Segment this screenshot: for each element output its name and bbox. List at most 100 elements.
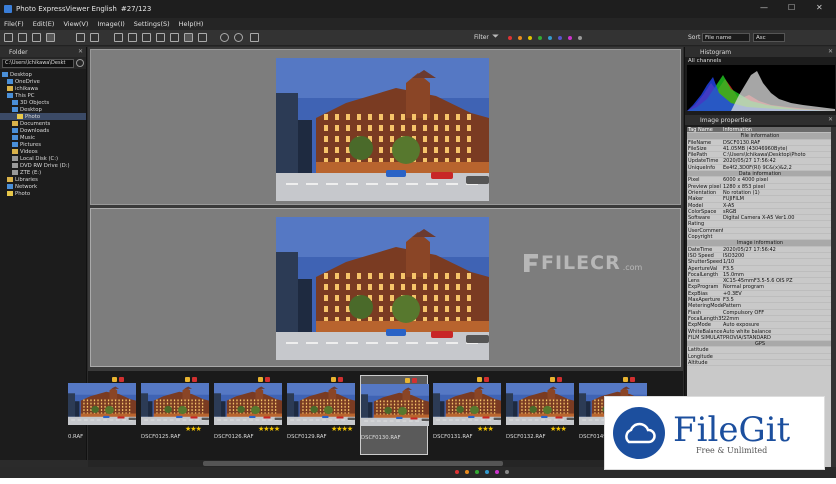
maximize-button[interactable]: ☐	[788, 3, 795, 12]
tree-item[interactable]: Network	[0, 183, 86, 190]
slideshow-icon[interactable]	[46, 33, 55, 42]
property-key: FilePath	[688, 152, 708, 158]
tree-item[interactable]: Local Disk (C:)	[0, 155, 86, 162]
histogram-channel[interactable]: All channels	[685, 57, 836, 65]
flag-icon	[484, 376, 489, 382]
filmstrip-thumbnail[interactable]: ★★★★ DSCF0129.RAF	[287, 375, 355, 455]
rating-stars	[361, 426, 427, 435]
preview-pane-bottom[interactable]	[90, 208, 681, 367]
explorer-icon[interactable]	[18, 33, 27, 42]
tree-item[interactable]: Downloads	[0, 127, 86, 134]
menu-help[interactable]: Help(H)	[179, 20, 204, 28]
color-filter-swatch[interactable]	[538, 36, 542, 40]
color-filter-swatch[interactable]	[508, 36, 512, 40]
filter-label: Filter	[474, 34, 489, 41]
filmstrip-thumbnail[interactable]: DSCF0130.RAF	[360, 375, 429, 455]
sort-asc-icon[interactable]	[76, 33, 85, 42]
tree-item[interactable]: ichikawa	[0, 85, 86, 92]
thumbnail-view-icon[interactable]	[128, 33, 137, 42]
tree-item[interactable]: Documents	[0, 120, 86, 127]
refresh-icon[interactable]	[76, 59, 84, 67]
color-filter-swatch[interactable]	[578, 36, 582, 40]
property-value	[723, 234, 833, 239]
preview-pane-top[interactable]	[90, 49, 681, 205]
tree-item[interactable]: Photo	[0, 190, 86, 197]
fullscreen-icon[interactable]	[198, 33, 207, 42]
thumbnail-badges	[506, 375, 574, 383]
filmstrip-thumbnail[interactable]: ★★★★ DSCF0126.RAF	[214, 375, 282, 455]
filmstrip-scroll-thumb[interactable]	[203, 461, 503, 466]
grid-view-icon[interactable]	[114, 33, 123, 42]
image-properties-header: Image properties ✕	[685, 115, 836, 125]
tree-item[interactable]: Videos	[0, 148, 86, 155]
color-filter-swatch[interactable]	[558, 36, 562, 40]
filmstrip-view-icon[interactable]	[156, 33, 165, 42]
menu-view[interactable]: View(V)	[63, 20, 88, 28]
menu-image[interactable]: Image(I)	[97, 20, 124, 28]
compare-view-icon[interactable]	[170, 33, 179, 42]
app-icon	[4, 5, 12, 13]
property-value: Auto exposure	[723, 322, 760, 328]
tree-item[interactable]: Pictures	[0, 141, 86, 148]
col-information: Information	[723, 127, 752, 133]
sort-field-select[interactable]: File name	[702, 33, 750, 42]
properties-scrollbar[interactable]	[831, 127, 836, 467]
thumbnail-filename: DSCF0130.RAF	[361, 435, 401, 441]
thumbnail-badges	[361, 376, 427, 384]
rotate-left-icon[interactable]	[220, 33, 229, 42]
property-value: 1/10	[723, 259, 735, 265]
tree-item[interactable]: This PC	[0, 92, 86, 99]
settings-grid-icon[interactable]	[250, 33, 259, 42]
tree-item-label: Music	[20, 134, 36, 141]
sort-order-select[interactable]: Asc	[753, 33, 785, 42]
menu-file[interactable]: File(F)	[4, 20, 24, 28]
rotate-right-icon[interactable]	[234, 33, 243, 42]
folder-icon	[12, 163, 18, 168]
menu-edit[interactable]: Edit(E)	[33, 20, 55, 28]
property-value: FUJIFILM	[723, 196, 744, 202]
folder-panel-title: Folder	[9, 48, 28, 56]
folder-path-input[interactable]: C:\Users\Ichikawa\Deskt	[2, 58, 74, 68]
filmstrip-thumbnail[interactable]: ★★★ DSCF0125.RAF	[141, 375, 209, 455]
panel-close-icon[interactable]: ✕	[78, 48, 83, 55]
watermark-text: FILECR	[541, 252, 621, 274]
color-filter-swatch[interactable]	[528, 36, 532, 40]
title-bar: Photo ExpressViewer English #27/123 — ☐ …	[0, 0, 836, 18]
menu-settings[interactable]: Settings(S)	[134, 20, 170, 28]
sort-desc-icon[interactable]	[90, 33, 99, 42]
property-key: UserComment	[688, 227, 723, 234]
label-icon	[258, 376, 263, 382]
filmstrip-scrollbar[interactable]	[88, 460, 683, 467]
histogram-close-icon[interactable]: ✕	[828, 48, 833, 55]
preview-photo-bottom	[276, 217, 489, 360]
tree-item[interactable]: Libraries	[0, 176, 86, 183]
property-key: Longitude	[688, 353, 713, 359]
status-dot-gray	[505, 470, 509, 474]
col-tag-name: Tag Name	[688, 127, 713, 133]
close-button[interactable]: ✕	[816, 3, 823, 12]
color-filter-swatch[interactable]	[548, 36, 552, 40]
open-folder-icon[interactable]	[4, 33, 13, 42]
filmstrip-thumbnail[interactable]: 0.RAF	[68, 375, 136, 455]
filter-funnel-icon[interactable]: ⏷	[492, 33, 501, 42]
minimize-button[interactable]: —	[760, 3, 768, 12]
copy-icon[interactable]	[32, 33, 41, 42]
tree-item[interactable]: ZTE (E:)	[0, 169, 86, 176]
color-filter-swatch[interactable]	[568, 36, 572, 40]
filmstrip-thumbnail[interactable]: ★★★ DSCF0131.RAF	[433, 375, 501, 455]
filmstrip-thumbnail[interactable]: ★★★ DSCF0132.RAF	[506, 375, 574, 455]
property-key: UpdateTime	[688, 158, 719, 164]
tree-item[interactable]: Desktop	[0, 106, 86, 113]
tree-item[interactable]: Desktop	[0, 71, 86, 78]
tree-item-label: Photo	[25, 113, 41, 120]
tree-item[interactable]: DVD RW Drive (D:)	[0, 162, 86, 169]
tree-item[interactable]: Music	[0, 134, 86, 141]
tree-item[interactable]: Photo	[0, 113, 86, 120]
split-view-icon[interactable]	[184, 33, 193, 42]
property-value: Auto white balance	[723, 328, 772, 334]
tree-item[interactable]: OneDrive	[0, 78, 86, 85]
single-view-icon[interactable]	[142, 33, 151, 42]
tree-item[interactable]: 3D Objects	[0, 99, 86, 106]
properties-close-icon[interactable]: ✕	[828, 116, 833, 123]
color-filter-swatch[interactable]	[518, 36, 522, 40]
